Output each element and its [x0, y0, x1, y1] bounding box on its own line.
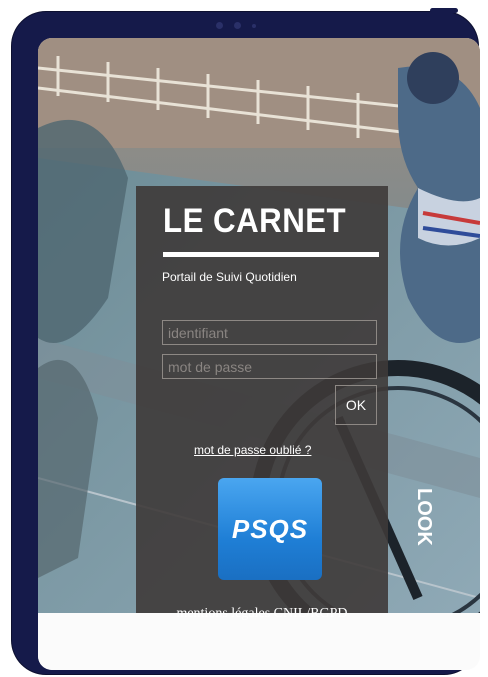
tablet-frame: LOOK LE CARNET Portail de Suivi Quotidie…	[12, 12, 480, 674]
camera-dot-icon	[216, 22, 223, 29]
camera-dot-icon	[234, 22, 241, 29]
title-underline	[163, 252, 379, 257]
username-input[interactable]	[162, 320, 377, 345]
password-input[interactable]	[162, 354, 377, 379]
logo-text: PSQS	[231, 514, 309, 544]
ok-button[interactable]: OK	[335, 385, 377, 425]
login-panel: LE CARNET Portail de Suivi Quotidien OK …	[136, 186, 388, 621]
power-button	[430, 8, 458, 13]
forgot-password-link[interactable]: mot de passe oublié ?	[194, 443, 311, 457]
screen: LOOK LE CARNET Portail de Suivi Quotidie…	[38, 38, 480, 670]
app-title: LE CARNET	[163, 202, 347, 240]
psqs-logo[interactable]: PSQS	[218, 478, 322, 580]
legal-notice-link[interactable]: mentions légales CNIL/RGPD	[136, 606, 388, 622]
sensor-dot-icon	[252, 24, 256, 28]
app-subtitle: Portail de Suivi Quotidien	[162, 270, 297, 284]
svg-text:LOOK: LOOK	[413, 488, 435, 546]
